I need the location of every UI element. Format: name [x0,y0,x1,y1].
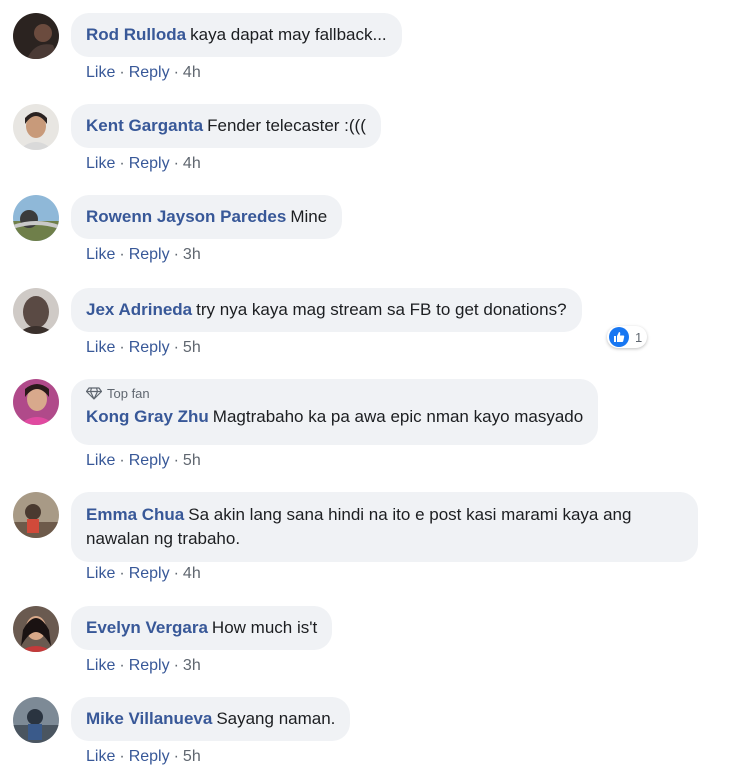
separator: · [119,64,125,81]
comment-bubble: Evelyn Vergara How much is't [71,606,333,650]
like-button[interactable]: Like [86,64,115,81]
reply-button[interactable]: Reply [129,565,170,582]
comment-bubble: Jex Adrineda try nya kaya mag stream sa F… [71,288,582,332]
comment-text: Mine [290,207,328,226]
reply-button[interactable]: Reply [129,246,170,263]
reply-button[interactable]: Reply [129,657,170,674]
comment-bubble: Rowenn Jayson Paredes Mine [71,195,343,239]
separator: · [119,246,125,263]
reply-button[interactable]: Reply [129,748,170,765]
avatar[interactable] [13,195,59,241]
comment-actions: Like · Reply · 4h [86,155,201,173]
timestamp[interactable]: 4h [183,64,201,81]
comment-author[interactable]: Kong Gray Zhu [86,407,209,426]
comment-text: kaya dapat may fallback... [190,25,387,44]
separator: · [173,565,179,582]
timestamp[interactable]: 4h [183,155,201,172]
comment-author[interactable]: Jex Adrineda [86,300,192,319]
comment-author[interactable]: Kent Garganta [86,116,203,135]
avatar[interactable] [13,492,59,538]
separator: · [119,155,125,172]
separator: · [119,748,125,765]
comment-author[interactable]: Mike Villanueva [86,709,212,728]
reply-button[interactable]: Reply [129,155,170,172]
comment-actions: Like · Reply · 4h [86,565,201,583]
comment-author[interactable]: Emma Chua [86,505,184,524]
diamond-icon [85,387,103,404]
timestamp[interactable]: 3h [183,657,201,674]
comment-text: Fender telecaster :((( [207,116,366,135]
comment-bubble: Emma Chua Sa akin lang sana hindi na ito … [71,492,698,562]
reaction-count: 1 [635,329,643,345]
comment-actions: Like · Reply · 3h [86,657,201,675]
reaction-summary[interactable]: 1 [607,326,648,348]
separator: · [173,452,179,469]
top-fan-badge[interactable]: Top fan [85,386,583,404]
comment-text: try nya kaya mag stream sa FB to get don… [196,300,567,319]
comment-author[interactable]: Evelyn Vergara [86,618,208,637]
comment-text: Magtrabaho ka pa awa epic nman kayo masy… [212,407,584,426]
comment-actions: Like · Reply · 5h [86,748,201,766]
comment-actions: Like · Reply · 5h [86,339,201,357]
separator: · [119,452,125,469]
like-icon [609,327,629,347]
comment-actions: Like · Reply · 4h [86,64,201,82]
reply-button[interactable]: Reply [129,64,170,81]
comment-actions: Like · Reply · 3h [86,246,201,264]
badge-label: Top fan [107,386,150,401]
comment-bubble: Rod Rulloda kaya dapat may fallback... [71,13,402,57]
like-button[interactable]: Like [86,155,115,172]
reply-button[interactable]: Reply [129,339,170,356]
like-button[interactable]: Like [86,657,115,674]
reply-button[interactable]: Reply [129,452,170,469]
comment-bubble: Top fan Kong Gray Zhu Magtrabaho ka pa aw… [71,379,599,445]
separator: · [119,657,125,674]
avatar[interactable] [13,606,59,652]
separator: · [173,155,179,172]
timestamp[interactable]: 3h [183,246,201,263]
avatar[interactable] [13,104,59,150]
comment-actions: Like · Reply · 5h [86,452,201,470]
comment-bubble: Mike Villanueva Sayang naman. [71,697,351,741]
avatar[interactable] [13,379,59,425]
separator: · [173,339,179,356]
comment-author[interactable]: Rowenn Jayson Paredes [86,207,286,226]
like-button[interactable]: Like [86,565,115,582]
separator: · [173,246,179,263]
comment-text: Sayang naman. [216,709,336,728]
like-button[interactable]: Like [86,339,115,356]
separator: · [119,565,125,582]
avatar[interactable] [13,288,59,334]
avatar[interactable] [13,13,59,59]
like-button[interactable]: Like [86,452,115,469]
comment-bubble: Kent Garganta Fender telecaster :((( [71,104,381,148]
separator: · [119,339,125,356]
separator: · [173,64,179,81]
separator: · [173,657,179,674]
timestamp[interactable]: 5h [183,748,201,765]
like-button[interactable]: Like [86,246,115,263]
separator: · [173,748,179,765]
comment-author[interactable]: Rod Rulloda [86,25,186,44]
comment-text: How much is't [211,618,318,637]
timestamp[interactable]: 5h [183,452,201,469]
timestamp[interactable]: 4h [183,565,201,582]
timestamp[interactable]: 5h [183,339,201,356]
like-button[interactable]: Like [86,748,115,765]
avatar[interactable] [13,697,59,743]
